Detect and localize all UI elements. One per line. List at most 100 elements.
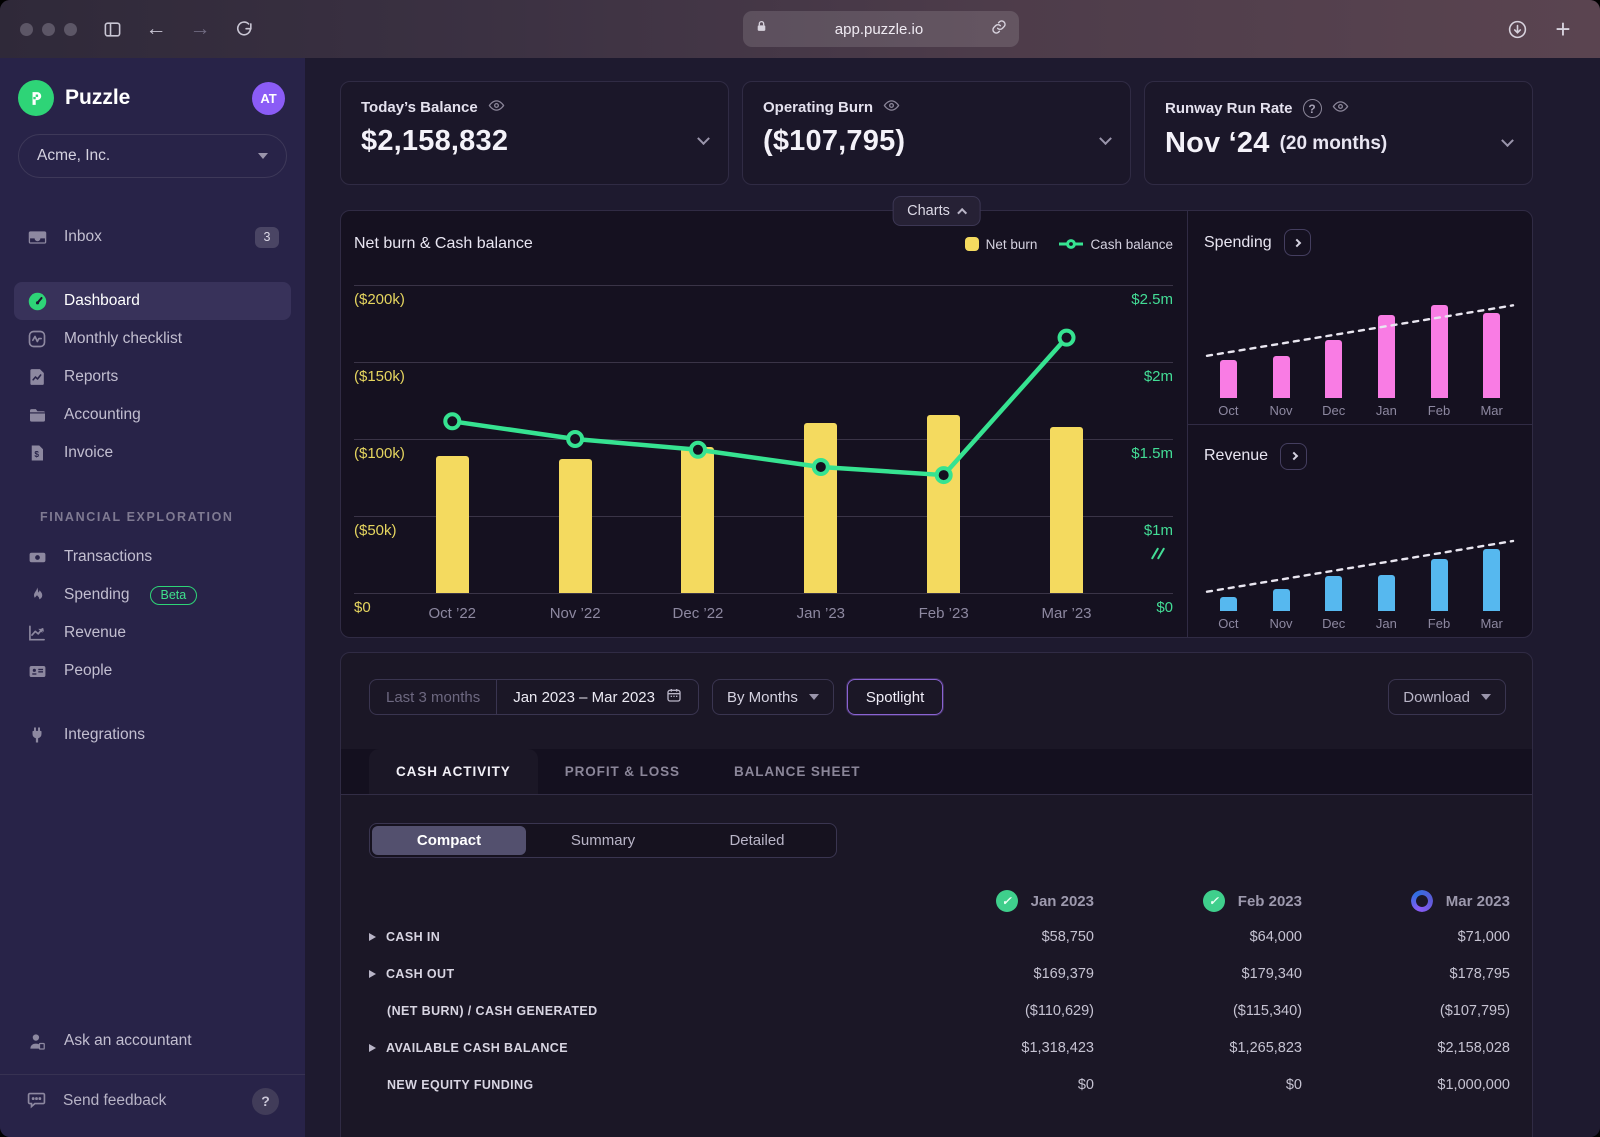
spending-detail-button[interactable]: [1283, 229, 1311, 256]
company-selector[interactable]: Acme, Inc.: [18, 134, 287, 178]
cash-balance-point[interactable]: [566, 430, 585, 448]
sidebar-item-inbox[interactable]: Inbox 3: [14, 218, 291, 256]
download-dropdown[interactable]: Download: [1388, 679, 1506, 715]
sidebar-item-dashboard[interactable]: Dashboard: [14, 282, 291, 320]
id-card-icon: [26, 662, 48, 681]
x-axis-label: Jan: [1375, 616, 1397, 631]
flame-icon: [26, 585, 48, 605]
chevron-down-icon[interactable]: [697, 131, 710, 151]
sidebar-item-people[interactable]: People: [14, 652, 291, 690]
sidebar-item-accounting[interactable]: Accounting: [14, 396, 291, 434]
tab-profit-loss[interactable]: PROFIT & LOSS: [538, 749, 707, 794]
cash-balance-point[interactable]: [811, 457, 830, 476]
chart-title: Net burn & Cash balance: [354, 235, 533, 252]
charts-button-label: Charts: [907, 203, 950, 219]
x-axis-labels: Oct ’22 Nov ’22 Dec ’22 Jan ’23 Feb ’23 Mar ’…: [354, 605, 1173, 627]
chevron-down-icon[interactable]: [1099, 131, 1112, 151]
expand-icon[interactable]: [369, 932, 376, 941]
tab-cash-activity[interactable]: CASH ACTIVITY: [369, 749, 538, 794]
report-icon: [26, 367, 48, 387]
spotlight-button[interactable]: Spotlight: [846, 679, 944, 715]
chevron-up-icon: [957, 207, 968, 218]
table-row-net-burn: (NET BURN) / CASH GENERATED ($110,629) (…: [387, 1002, 1510, 1019]
eye-icon[interactable]: [883, 99, 900, 116]
send-feedback[interactable]: Send feedback ?: [14, 1075, 291, 1127]
month-closed-icon: ✓: [995, 890, 1018, 912]
x-axis-label: Oct: [1218, 402, 1239, 418]
cash-balance-point[interactable]: [688, 440, 707, 459]
date-range-value: Jan 2023 – Mar 2023: [513, 688, 655, 706]
sidebar-item-integrations[interactable]: Integrations: [14, 716, 291, 754]
cash-balance-point[interactable]: [1057, 328, 1076, 347]
inbox-count-badge: 3: [255, 226, 279, 248]
cash-balance-point[interactable]: [443, 412, 462, 431]
x-axis-label: Dec ’22: [672, 605, 724, 622]
sidebar-item-label: Transactions: [64, 548, 153, 565]
x-axis-label: Nov: [1269, 402, 1293, 418]
expand-icon[interactable]: [369, 969, 376, 978]
sidebar-item-reports[interactable]: Reports: [14, 358, 291, 396]
help-icon[interactable]: ?: [1302, 99, 1322, 118]
table-row-cash-in[interactable]: CASH IN $58,750 $64,000 $71,000: [341, 918, 1532, 955]
avatar[interactable]: AT: [252, 81, 285, 115]
zoom-window-button[interactable]: [64, 22, 77, 36]
sidebar-item-revenue[interactable]: Revenue: [14, 614, 291, 652]
sidebar-item-spending[interactable]: Spending Beta: [14, 576, 291, 614]
reload-button[interactable]: [227, 14, 261, 44]
stat-card-todays-balance: Today’s Balance $2,158,832: [340, 81, 729, 185]
revenue-detail-button[interactable]: [1280, 442, 1308, 470]
view-option-compact[interactable]: Compact: [372, 826, 526, 855]
sidebar-item-label: Accounting: [64, 406, 141, 423]
x-axis-label: Mar: [1480, 402, 1503, 418]
eye-icon[interactable]: [1332, 100, 1349, 117]
cash-balance-line: [443, 328, 1076, 485]
new-tab-button[interactable]: +: [1546, 14, 1580, 44]
cash-balance-point[interactable]: [934, 466, 953, 485]
link-icon[interactable]: [991, 19, 1007, 40]
stat-label: Today’s Balance: [361, 99, 478, 116]
legend-net-burn: Net burn: [964, 237, 1037, 252]
forward-button[interactable]: →: [183, 14, 217, 44]
statements-panel: Last 3 months Jan 2023 – Mar 2023 By Mon…: [340, 652, 1533, 1137]
group-by-dropdown[interactable]: By Months: [712, 679, 834, 715]
sidebar-toggle-icon[interactable]: [95, 14, 129, 44]
view-option-summary[interactable]: Summary: [526, 826, 680, 855]
net-burn-swatch: [964, 237, 979, 251]
downloads-icon[interactable]: [1500, 14, 1534, 44]
column-header-mar: Mar 2023: [1302, 890, 1510, 912]
sidebar-item-transactions[interactable]: Transactions: [14, 538, 291, 576]
help-button[interactable]: ?: [252, 1087, 279, 1115]
sidebar-item-ask-accountant[interactable]: Ask an accountant: [14, 1022, 291, 1060]
date-range-button[interactable]: Jan 2023 – Mar 2023: [497, 680, 698, 714]
x-axis-label: Jan: [1375, 402, 1397, 418]
svg-text:$: $: [34, 450, 39, 459]
table-row-available-cash[interactable]: AVAILABLE CASH BALANCE $1,318,423 $1,265…: [341, 1029, 1532, 1066]
minimize-window-button[interactable]: [42, 22, 55, 36]
chart-legend: Net burn Cash balance: [964, 237, 1173, 252]
x-axis-label: Oct ’22: [428, 605, 477, 622]
sidebar-item-label: Invoice: [64, 444, 114, 461]
view-option-detailed[interactable]: Detailed: [680, 826, 834, 855]
table-row-cash-out[interactable]: CASH OUT $169,379 $179,340 $178,795: [341, 955, 1532, 992]
mini-chart-title: Revenue: [1204, 447, 1269, 464]
charts-collapse-button[interactable]: Charts: [892, 196, 981, 226]
sidebar-item-label: Revenue: [64, 624, 127, 641]
range-preset-button[interactable]: Last 3 months: [370, 680, 498, 714]
stat-label: Operating Burn: [763, 99, 874, 116]
sidebar-item-invoice[interactable]: $ Invoice: [14, 434, 291, 472]
chevron-down-icon[interactable]: [1501, 133, 1514, 153]
back-button[interactable]: ←: [139, 14, 173, 44]
legend-cash-balance: Cash balance: [1059, 237, 1173, 252]
close-window-button[interactable]: [20, 22, 33, 36]
app-title: Puzzle: [65, 86, 131, 109]
caret-down-icon: [808, 694, 819, 700]
sidebar-item-monthly-checklist[interactable]: Monthly checklist: [14, 320, 291, 358]
window-controls[interactable]: [20, 22, 77, 36]
chart-up-icon: [26, 623, 48, 643]
dashboard-icon: [26, 291, 48, 312]
address-bar[interactable]: app.puzzle.io: [742, 11, 1019, 47]
tab-balance-sheet[interactable]: BALANCE SHEET: [707, 749, 887, 794]
column-header-feb: ✓ Feb 2023: [1094, 890, 1302, 912]
expand-icon[interactable]: [369, 1043, 376, 1052]
eye-icon[interactable]: [488, 99, 505, 116]
